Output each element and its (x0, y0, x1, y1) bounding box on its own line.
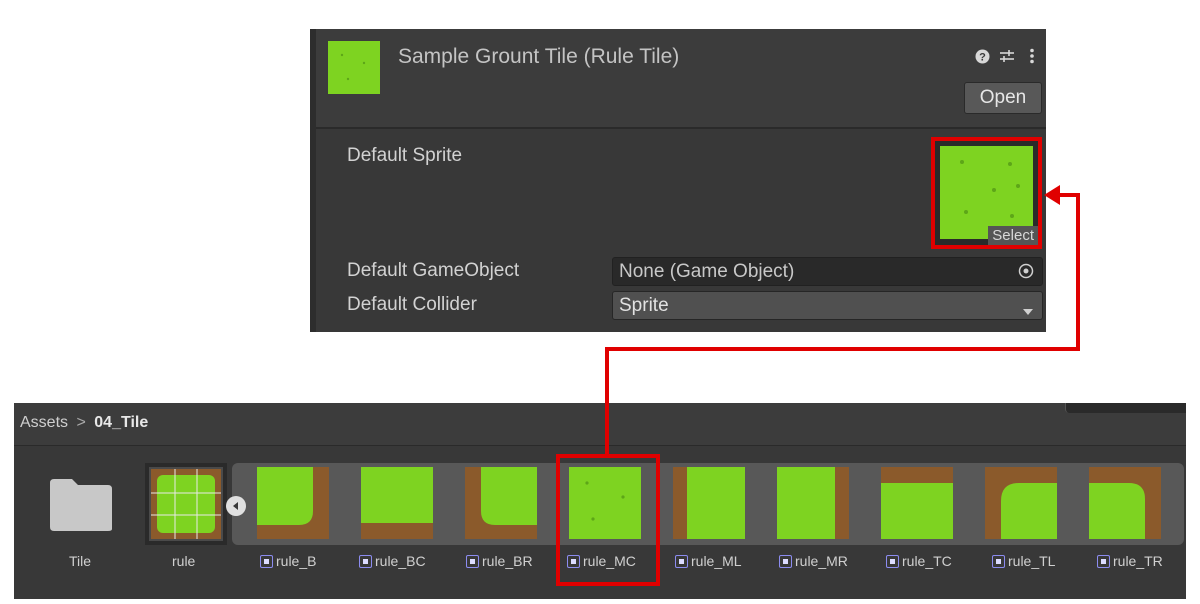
breadcrumb-separator: > (76, 414, 86, 431)
sprite-type-icon (886, 554, 899, 568)
sprite-thumbnail-mr (777, 467, 849, 539)
asset-label-rule-mr[interactable]: rule_MR (779, 553, 848, 569)
breadcrumb: Assets > 04_Tile (20, 414, 148, 432)
sprite-thumbnail-br (465, 467, 537, 539)
sprite-thumbnail-ml (673, 467, 745, 539)
default-sprite-label: Default Sprite (347, 145, 463, 166)
sprite-thumbnail-bc (361, 467, 433, 539)
sprite-type-icon (779, 554, 792, 568)
default-collider-value: Sprite (619, 294, 669, 316)
sprite-thumbnail-tl (985, 467, 1057, 539)
svg-text:?: ? (979, 51, 986, 63)
sprite-type-icon (260, 554, 273, 568)
asset-label-tile[interactable]: Tile (69, 553, 91, 569)
sprite-type-icon (1097, 554, 1110, 568)
sprite-select-button[interactable]: Select (988, 226, 1038, 245)
sprite-thumbnail-tc (881, 467, 953, 539)
open-button[interactable]: Open (964, 82, 1042, 114)
rule-tile-grid-icon (151, 469, 221, 539)
highlight-box-rule-mc (556, 454, 660, 586)
asset-label-rule[interactable]: rule (172, 553, 195, 569)
sprite-type-icon (675, 554, 688, 568)
chevron-down-icon (1022, 301, 1034, 323)
arrowhead-icon (1044, 185, 1060, 205)
browser-toolbar: Assets > 04_Tile (14, 403, 1186, 446)
asset-label-rule-br[interactable]: rule_BR (466, 553, 533, 569)
asset-label-rule-ml[interactable]: rule_ML (675, 553, 742, 569)
search-field[interactable] (1065, 403, 1186, 413)
asset-label-text: rule_TR (1113, 553, 1163, 569)
asset-label-text: rule_TL (1008, 553, 1056, 569)
asset-label-rule-tc[interactable]: rule_TC (886, 553, 952, 569)
sprite-type-icon (466, 554, 479, 568)
default-gameobject-value: None (Game Object) (619, 260, 795, 282)
sprite-thumbnail-tr (1089, 467, 1161, 539)
sprite-type-icon (992, 554, 1005, 568)
inspector-panel: Sample Grount Tile (Rule Tile) ? Open De… (310, 29, 1046, 332)
preset-sliders-icon[interactable] (999, 47, 1015, 65)
asset-label-text: rule_ML (691, 553, 742, 569)
object-picker-icon[interactable] (1018, 263, 1034, 285)
breadcrumb-current[interactable]: 04_Tile (94, 414, 148, 431)
sprite-type-icon (359, 554, 372, 568)
inspector-edge (310, 29, 316, 332)
inspector-header: Sample Grount Tile (Rule Tile) ? Open (310, 29, 1046, 129)
asset-label-text: rule_B (276, 553, 317, 569)
folder-icon[interactable] (48, 477, 114, 533)
inspector-title: Sample Grount Tile (Rule Tile) (398, 45, 680, 68)
collapse-subassets-button[interactable] (226, 496, 246, 516)
kebab-menu-icon[interactable] (1024, 47, 1040, 65)
default-gameobject-field[interactable]: None (Game Object) (612, 257, 1043, 286)
breadcrumb-root[interactable]: Assets (20, 414, 68, 431)
asset-label-rule-tl[interactable]: rule_TL (992, 553, 1055, 569)
asset-label-text: rule_MR (795, 553, 848, 569)
sprite-thumbnail-b (257, 467, 329, 539)
asset-label-rule-bc[interactable]: rule_BC (359, 553, 426, 569)
asset-label-text: rule_TC (902, 553, 952, 569)
asset-label-rule-b[interactable]: rule_B (260, 553, 316, 569)
default-gameobject-label: Default GameObject (347, 260, 520, 281)
asset-label-rule-tr[interactable]: rule_TR (1097, 553, 1163, 569)
help-icon[interactable]: ? (974, 47, 990, 65)
rule-tile-asset[interactable] (145, 463, 227, 545)
asset-label-text: rule_BC (375, 553, 426, 569)
default-sprite-field[interactable]: Select (931, 137, 1042, 249)
default-collider-label: Default Collider (347, 294, 477, 315)
default-collider-dropdown[interactable]: Sprite (612, 291, 1043, 320)
rule-tile-thumbnail (328, 41, 380, 94)
asset-label-text: rule_BR (482, 553, 533, 569)
